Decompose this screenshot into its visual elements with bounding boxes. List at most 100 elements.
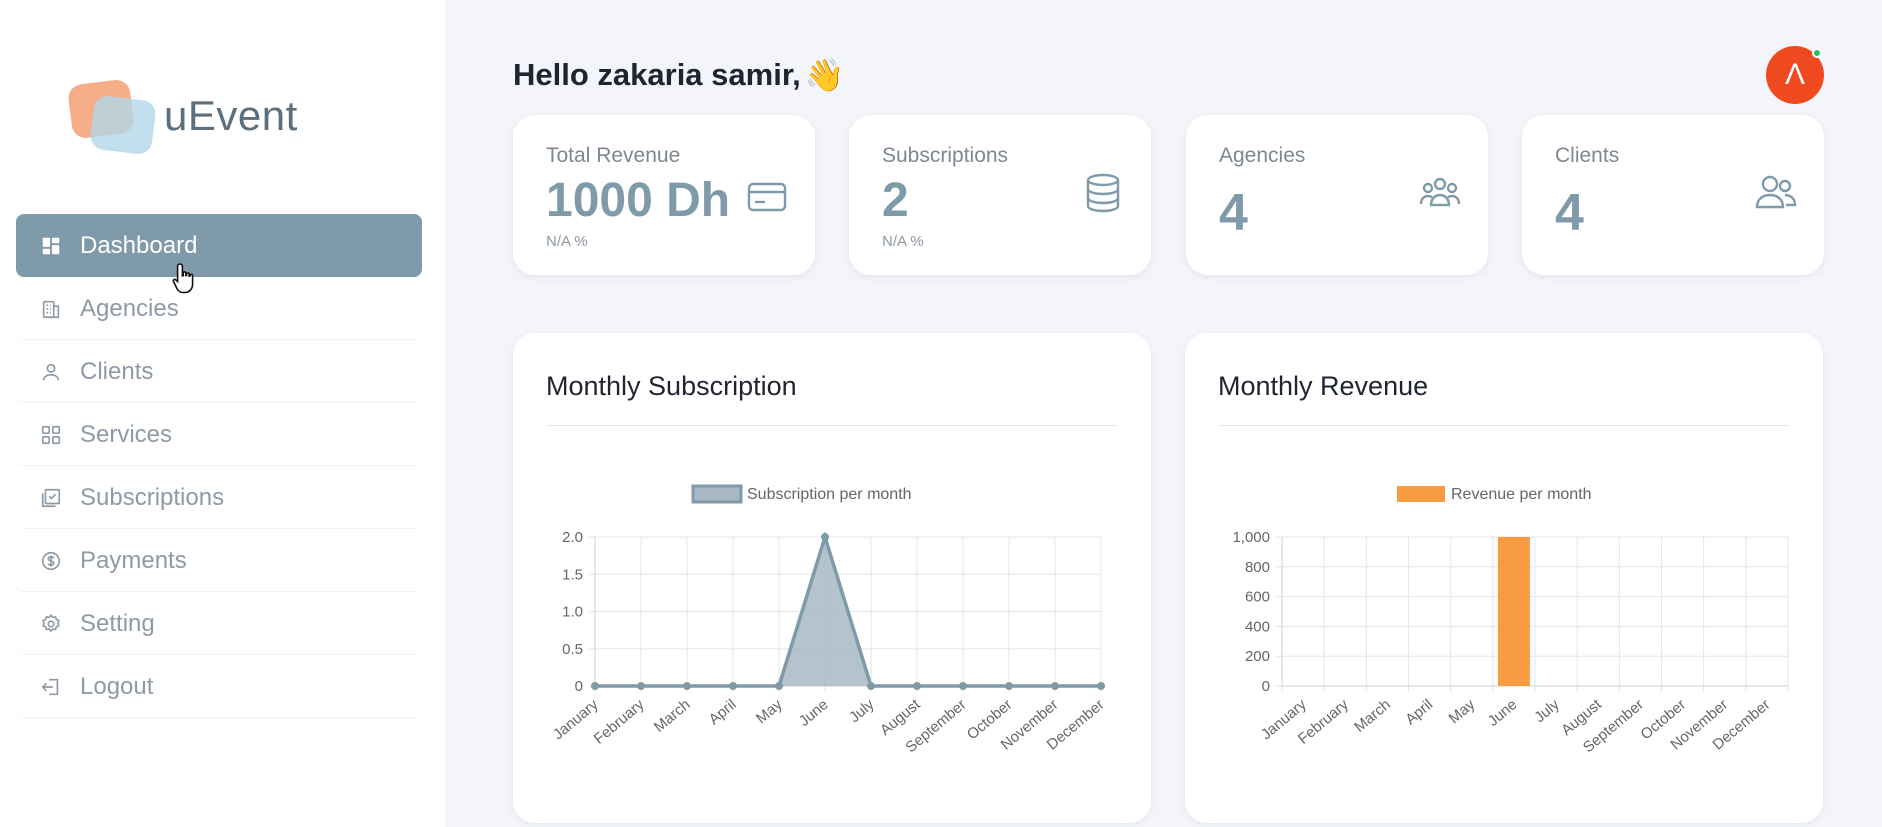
data-point <box>1051 682 1059 690</box>
user-icon <box>40 361 62 383</box>
sidebar-item-agencies[interactable]: Agencies <box>16 278 422 340</box>
credit-card-icon <box>745 175 789 219</box>
data-point <box>683 682 691 690</box>
revenue-chart: Revenue per month02004006008001,000Janua… <box>1232 486 1789 756</box>
page-greeting: Hello zakaria samir, 👋 <box>513 56 845 94</box>
sidebar-item-clients[interactable]: Clients <box>16 341 422 403</box>
divider <box>1218 425 1790 426</box>
y-tick-label: 0 <box>1262 678 1270 695</box>
sidebar-nav: Dashboard Agencies Clients Services Subs… <box>16 214 422 719</box>
y-tick-label: 200 <box>1245 648 1270 665</box>
x-tick-label: April <box>1402 696 1436 728</box>
bar <box>1497 537 1530 686</box>
sidebar-item-label: Subscriptions <box>80 483 225 511</box>
stat-value: 4 <box>1555 184 1584 242</box>
dollar-icon <box>40 550 62 572</box>
greeting-text: Hello zakaria samir, <box>513 57 801 92</box>
online-status-dot <box>1812 48 1822 58</box>
grid-icon <box>40 424 62 446</box>
logout-icon <box>40 676 62 698</box>
data-point <box>775 682 783 690</box>
stat-label: Total Revenue <box>546 144 681 167</box>
y-tick-label: 600 <box>1245 589 1270 606</box>
hand-cursor-icon <box>172 263 194 294</box>
sidebar-item-label: Clients <box>80 357 154 385</box>
dashboard-icon <box>40 235 62 257</box>
users-icon <box>1754 171 1798 215</box>
stat-card-agencies: Agencies 4 <box>1186 115 1488 275</box>
y-tick-label: 1.5 <box>562 566 583 583</box>
y-tick-label: 2.0 <box>562 529 583 546</box>
avatar-letter: Λ <box>1784 58 1806 91</box>
sidebar-item-payments[interactable]: Payments <box>16 530 422 592</box>
y-tick-label: 1.0 <box>562 604 583 621</box>
data-point <box>729 682 737 690</box>
stat-value: 2 <box>882 174 909 227</box>
x-tick-label: June <box>796 696 832 730</box>
y-tick-label: 1,000 <box>1232 529 1270 546</box>
sidebar-item-label: Services <box>80 420 173 448</box>
chart-legend: Revenue per month <box>1397 486 1592 503</box>
group-icon <box>1418 171 1462 215</box>
sidebar-item-label: Agencies <box>80 294 179 322</box>
sidebar-item-services[interactable]: Services <box>16 404 422 466</box>
brand-name: uEvent <box>164 92 298 139</box>
sidebar: uEvent Dashboard Agencies Clients Servic… <box>0 0 445 827</box>
legend-swatch <box>1397 486 1445 502</box>
x-tick-label: March <box>651 696 694 736</box>
stat-card-subscriptions: Subscriptions 2 N/A % <box>849 115 1151 275</box>
data-point <box>959 682 967 690</box>
sidebar-item-label: Dashboard <box>80 231 198 259</box>
x-tick-label: July <box>1531 696 1563 726</box>
data-point <box>913 682 921 690</box>
x-tick-label: May <box>1446 696 1479 728</box>
stat-change: N/A % <box>882 233 924 250</box>
stat-card-clients: Clients 4 <box>1522 115 1824 275</box>
sidebar-item-dashboard[interactable]: Dashboard <box>16 214 422 277</box>
y-tick-label: 800 <box>1245 559 1270 576</box>
chart-title: Monthly Revenue <box>1218 371 1429 401</box>
subscription-chart: Subscription per month00.51.01.52.0Janua… <box>550 484 1108 756</box>
waving-hand-icon: 👋 <box>804 57 845 93</box>
chart-legend: Subscription per month <box>691 484 912 504</box>
stat-card-total-revenue: Total Revenue 1000 Dh N/A % <box>513 115 815 275</box>
building-icon <box>40 298 62 320</box>
sidebar-item-setting[interactable]: Setting <box>16 593 422 655</box>
sidebar-item-label: Payments <box>80 546 187 574</box>
legend-swatch <box>691 484 743 504</box>
x-tick-label: February <box>591 696 648 748</box>
gear-icon <box>40 613 62 635</box>
database-icon <box>1081 171 1125 215</box>
data-point <box>1097 682 1105 690</box>
sidebar-item-logout[interactable]: Logout <box>16 656 422 718</box>
avatar[interactable]: Λ <box>1766 46 1824 104</box>
data-point <box>591 682 599 690</box>
chart-card-monthly-subscription: Monthly Subscription Subscription per mo… <box>513 333 1151 823</box>
data-point <box>867 682 875 690</box>
y-tick-label: 0.5 <box>562 641 583 658</box>
sidebar-item-subscriptions[interactable]: Subscriptions <box>16 467 422 529</box>
chart-card-monthly-revenue: Monthly Revenue Revenue per month 0 200 400… <box>1185 333 1823 823</box>
stat-value: 1000 Dh <box>546 174 731 227</box>
legend-label: Revenue per month <box>1451 486 1592 503</box>
divider <box>546 425 1118 426</box>
data-point <box>821 533 829 541</box>
logo-icon <box>66 78 162 156</box>
x-tick-label: June <box>1485 696 1521 730</box>
stat-change: N/A % <box>546 233 588 250</box>
sidebar-item-label: Logout <box>80 672 154 700</box>
sidebar-item-label: Setting <box>80 609 155 637</box>
stat-label: Agencies <box>1219 144 1306 167</box>
stat-label: Subscriptions <box>882 144 1009 167</box>
y-tick-label: 400 <box>1245 618 1270 635</box>
brand-logo[interactable]: uEvent <box>66 78 298 156</box>
stat-label: Clients <box>1555 144 1620 167</box>
y-tick-label: 0 <box>575 678 583 695</box>
x-tick-label: July <box>846 696 878 726</box>
legend-label: Subscription per month <box>747 486 912 503</box>
checklist-icon <box>40 487 62 509</box>
data-point <box>1005 682 1013 690</box>
chart-title: Monthly Subscription <box>546 371 797 401</box>
data-point <box>637 682 645 690</box>
stat-value: 4 <box>1219 184 1248 242</box>
